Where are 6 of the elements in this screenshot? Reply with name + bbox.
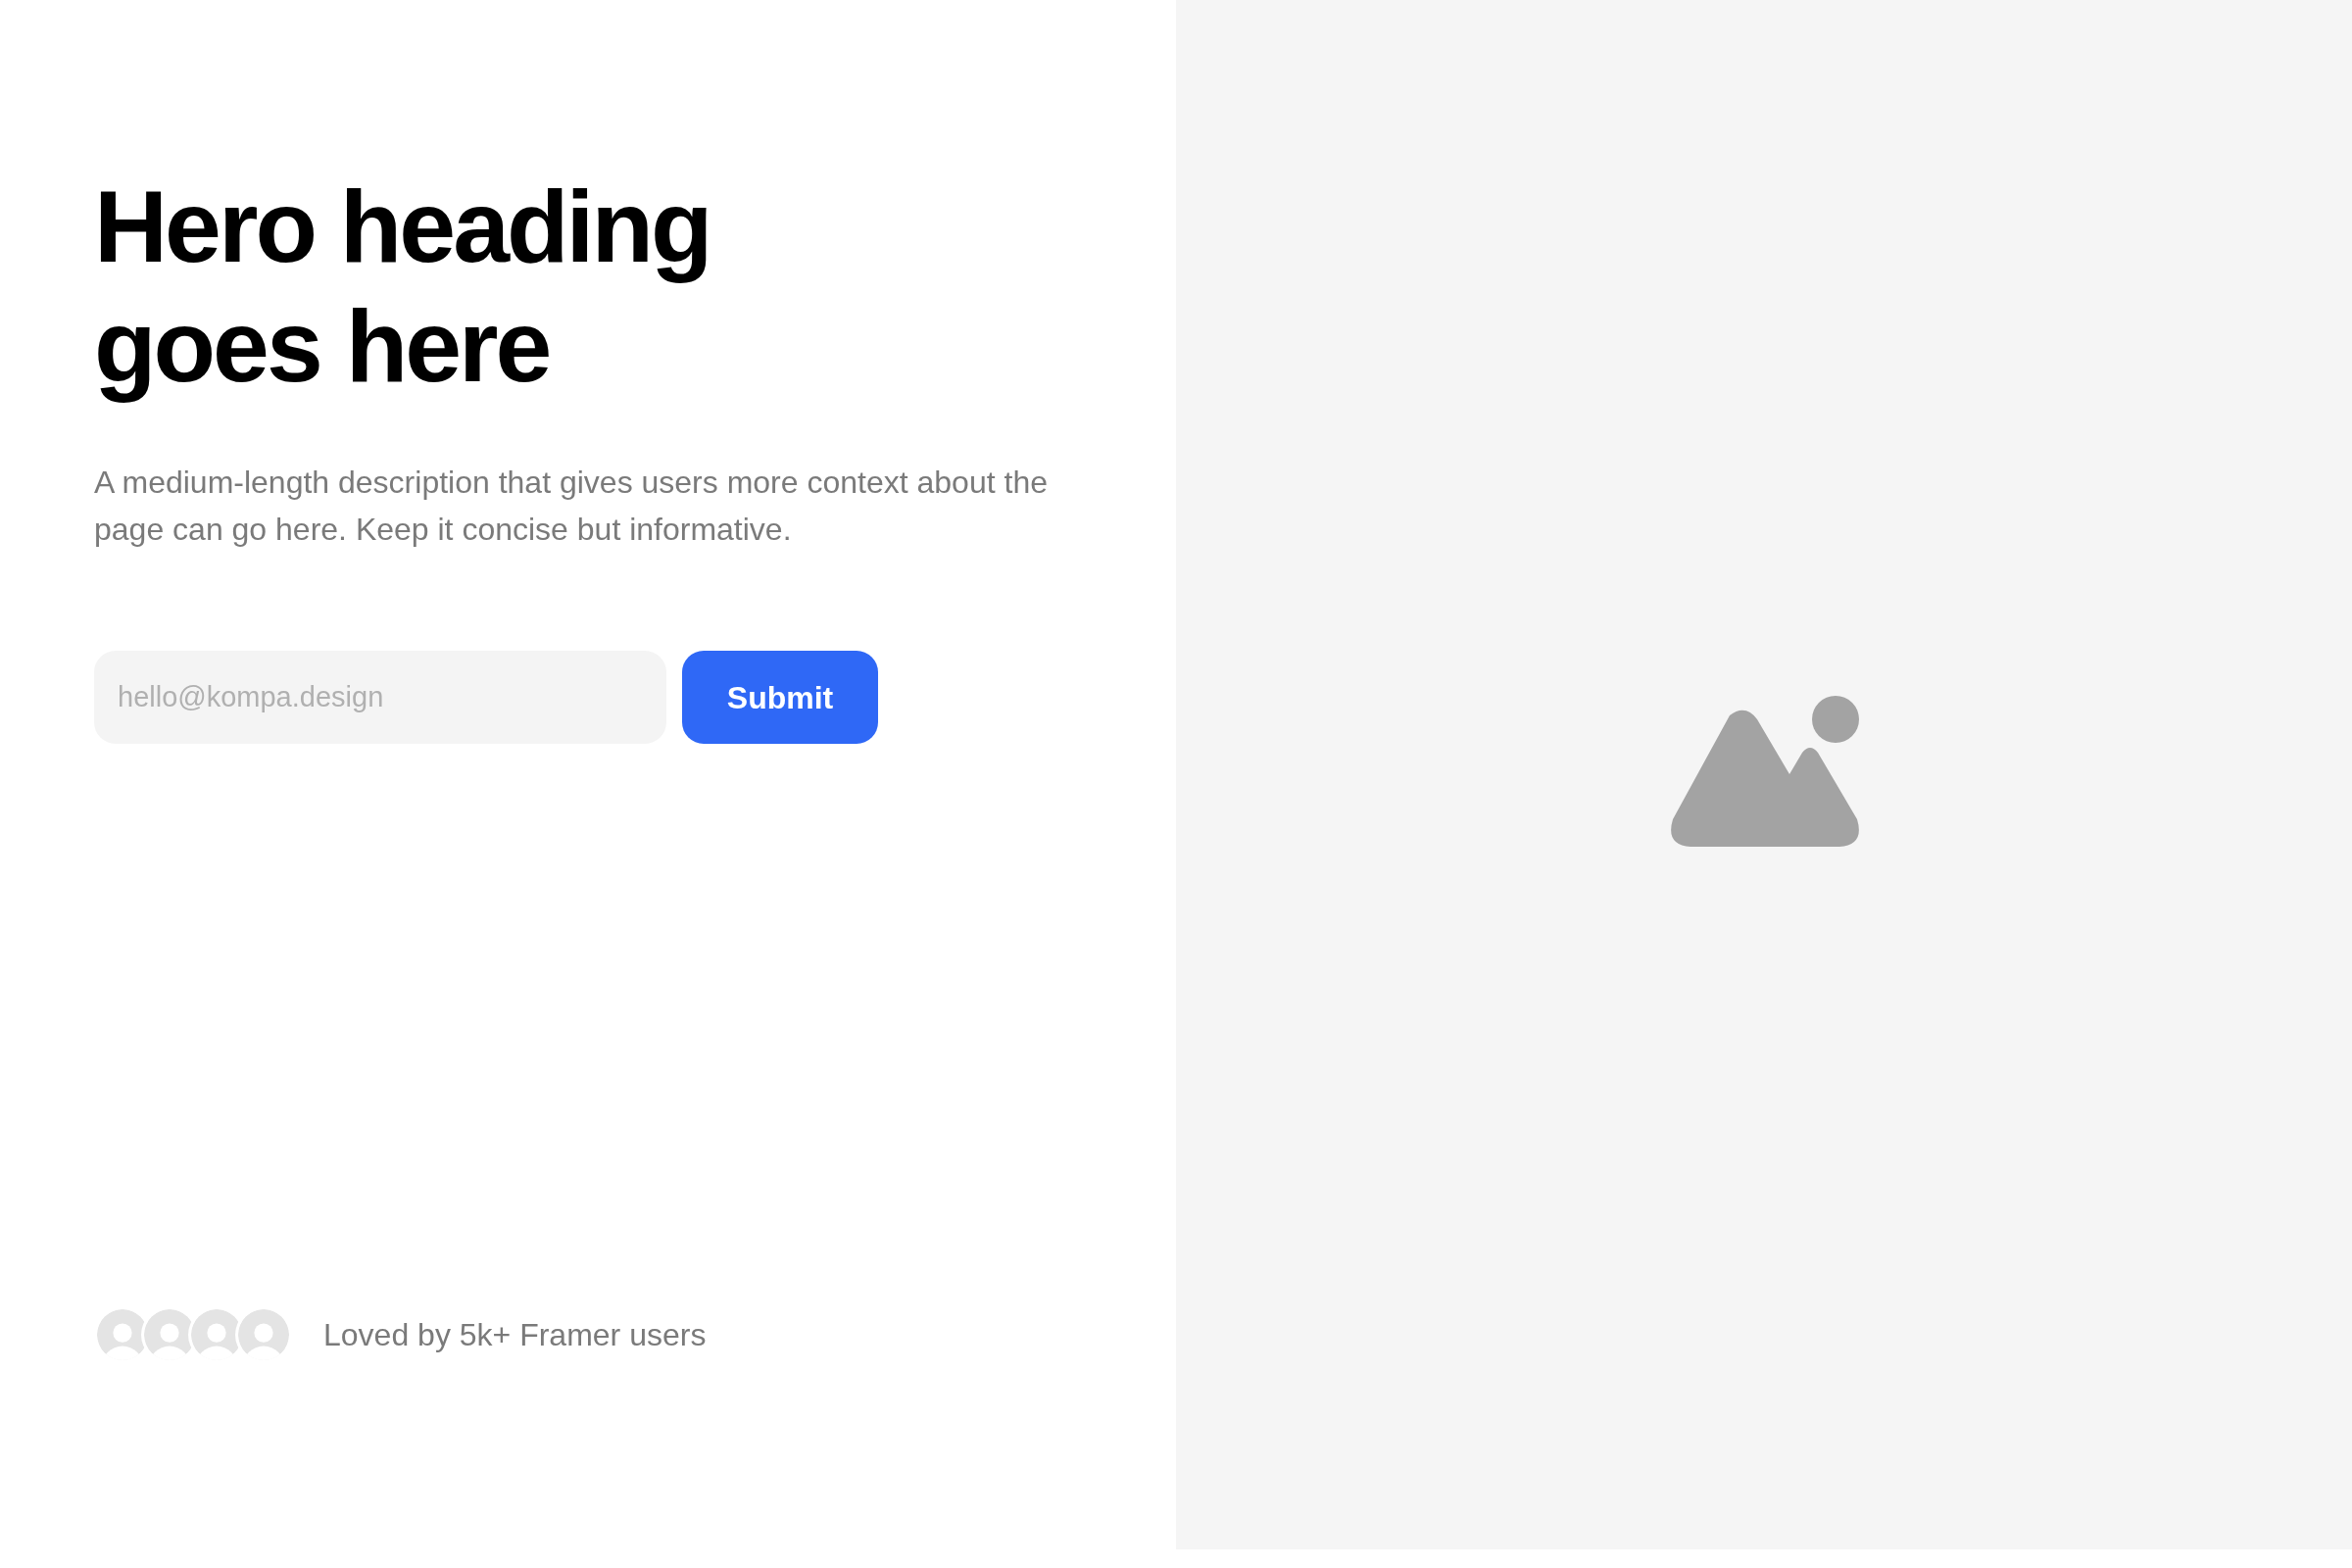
hero-heading: Hero heading goes here xyxy=(94,169,711,405)
social-proof-text: Loved by 5k+ Framer users xyxy=(323,1316,707,1354)
image-icon xyxy=(1669,696,1861,847)
submit-button[interactable]: Submit xyxy=(682,651,878,744)
hero-description: A medium-length description that gives users more context about the page can go here. Keep it concise but informative. xyxy=(94,464,1049,549)
email-field[interactable]: hello@kompa.design xyxy=(94,651,666,744)
